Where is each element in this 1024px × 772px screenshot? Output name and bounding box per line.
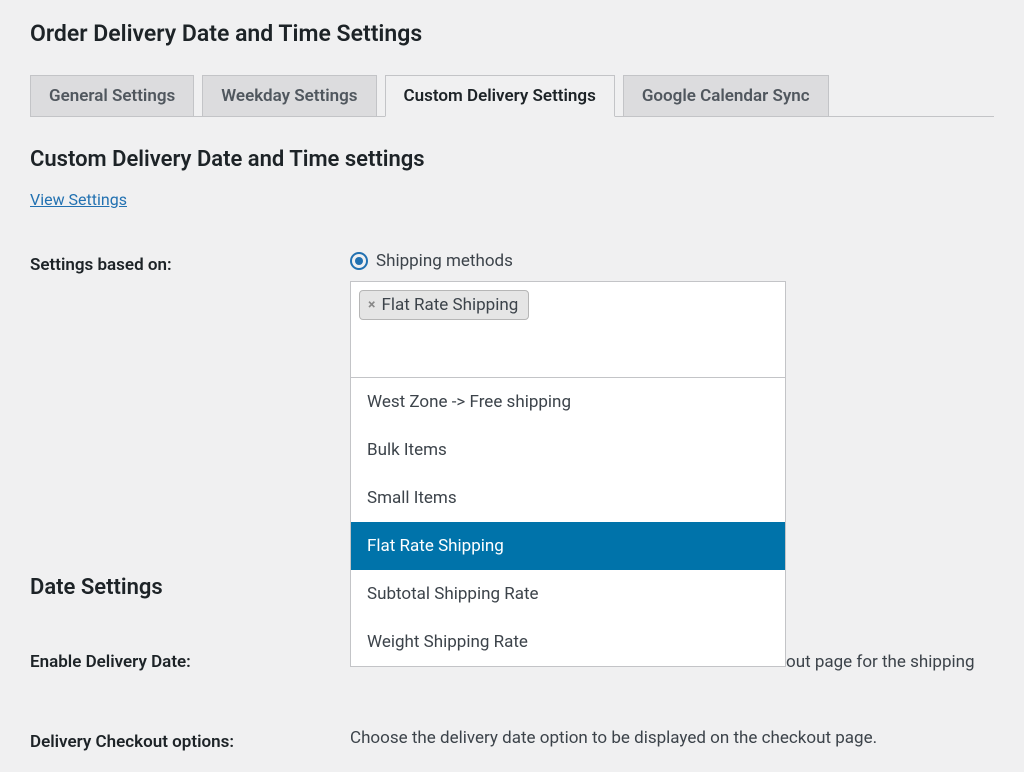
radio-dot-icon <box>355 257 363 265</box>
selected-token: × Flat Rate Shipping <box>359 290 529 320</box>
settings-tabs: General Settings Weekday Settings Custom… <box>30 75 994 117</box>
delivery-checkout-options-label: Delivery Checkout options: <box>30 728 350 752</box>
page-title: Order Delivery Date and Time Settings <box>30 20 994 47</box>
dropdown-option[interactable]: Weight Shipping Rate <box>351 618 785 666</box>
shipping-method-select[interactable]: × Flat Rate Shipping <box>350 281 786 379</box>
delivery-checkout-hint: Choose the delivery date option to be di… <box>350 728 994 748</box>
section-heading: Custom Delivery Date and Time settings <box>30 147 994 172</box>
tab-general[interactable]: General Settings <box>30 75 194 116</box>
dropdown-option[interactable]: Small Items <box>351 474 785 522</box>
dropdown-option[interactable]: West Zone -> Free shipping <box>351 378 785 426</box>
tab-google-calendar[interactable]: Google Calendar Sync <box>623 75 829 116</box>
shipping-methods-radio[interactable] <box>350 252 368 270</box>
tab-custom-delivery[interactable]: Custom Delivery Settings <box>385 75 615 117</box>
enable-delivery-date-label: Enable Delivery Date: <box>30 652 350 672</box>
settings-based-on-label: Settings based on: <box>30 251 350 275</box>
remove-token-icon[interactable]: × <box>368 297 375 313</box>
tab-weekday[interactable]: Weekday Settings <box>202 75 376 116</box>
shipping-methods-radio-label: Shipping methods <box>376 251 513 271</box>
dropdown-option[interactable]: Subtotal Shipping Rate <box>351 570 785 618</box>
dropdown-option[interactable]: Bulk Items <box>351 426 785 474</box>
dropdown-option-highlighted[interactable]: Flat Rate Shipping <box>351 522 785 570</box>
shipping-method-dropdown: West Zone -> Free shipping Bulk Items Sm… <box>350 377 786 667</box>
enable-delivery-hint: out page for the shipping <box>786 652 975 672</box>
selected-token-label: Flat Rate Shipping <box>381 295 518 315</box>
view-settings-link[interactable]: View Settings <box>30 190 127 209</box>
